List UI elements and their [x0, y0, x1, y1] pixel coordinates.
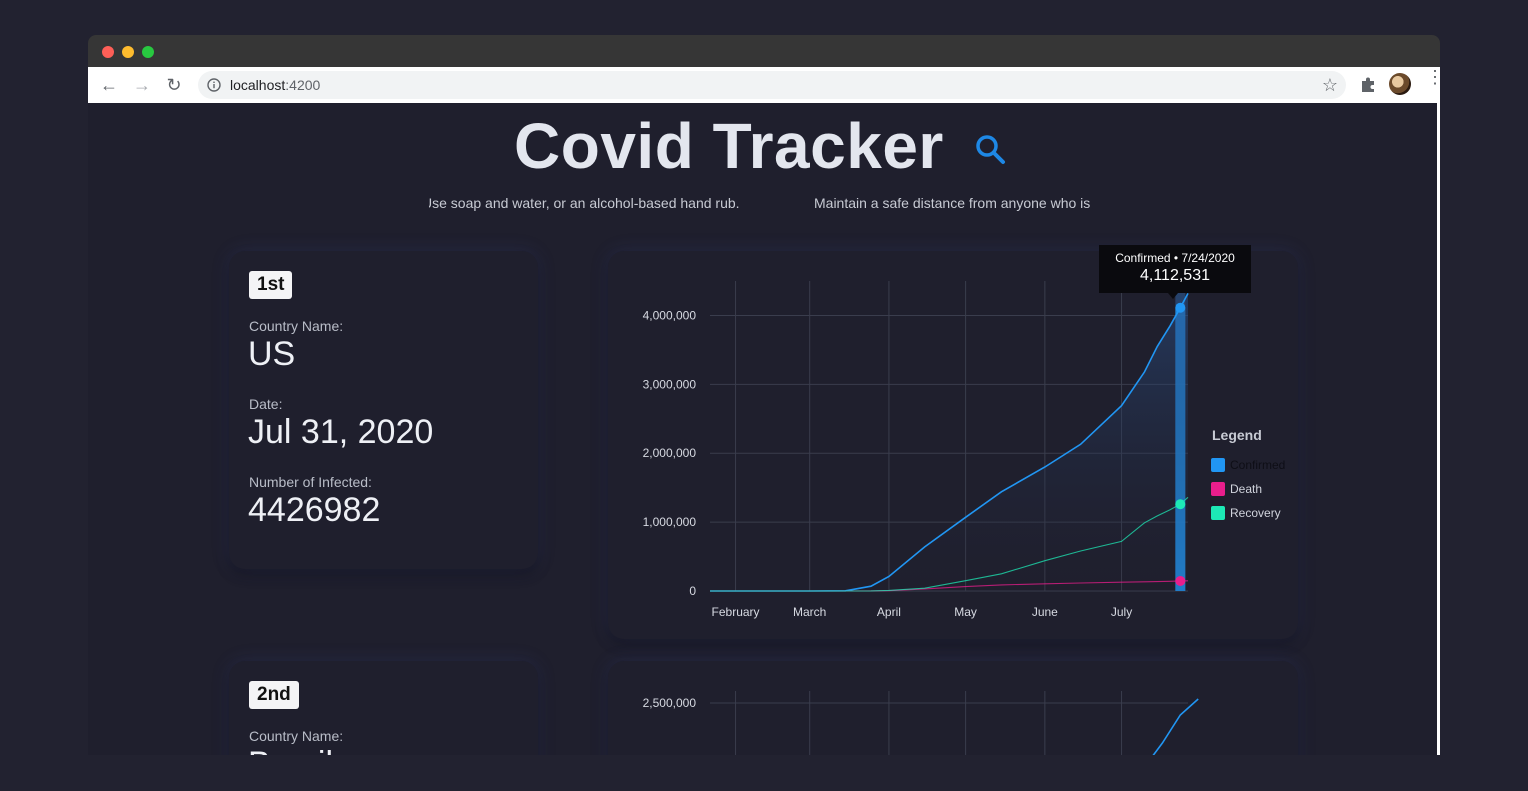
death-swatch — [1211, 482, 1225, 496]
browser-menu-icon[interactable]: ⋮ — [1426, 68, 1440, 97]
country-label: Country Name: — [249, 728, 344, 744]
forward-arrow-icon[interactable]: → — [131, 74, 153, 96]
highlight-point-confirmed — [1175, 302, 1186, 313]
highlight-point-death — [1175, 575, 1186, 586]
profile-avatar[interactable] — [1389, 73, 1411, 95]
address-bar[interactable]: localhost:4200 ☆ — [198, 71, 1346, 99]
page-content: Covid Tracker Use soap and water, or an … — [88, 103, 1437, 755]
country-label: Country Name: — [249, 318, 344, 334]
chart-tooltip: Confirmed • 7/24/2020 4,112,531 — [1099, 245, 1251, 293]
rank-badge: 1st — [249, 271, 293, 299]
covid-chart: 0 1,000,000 2,000,000 3,000,000 4,000,000 Feb… — [643, 281, 1189, 619]
highlight-point-recovery — [1175, 499, 1186, 510]
bookmark-star-icon[interactable]: ☆ — [1322, 71, 1338, 99]
infected-label: Number of Infected: — [249, 474, 372, 490]
country-card: 1st Country Name: US Date: Jul 31, 2020 … — [229, 251, 538, 569]
browser-window: ← → ↻ localhost:4200 ☆ ⋮ Covid Tracker U… — [88, 35, 1440, 755]
x-tick-label: February — [712, 605, 760, 619]
x-tick-label: July — [1111, 605, 1132, 619]
maximize-window-button[interactable] — [142, 46, 154, 58]
y-tick-label: 4,000,000 — [643, 308, 697, 322]
tips-ticker: Use soap and water, or an alcohol-based … — [429, 103, 1099, 233]
tip-text: Maintain a safe distance from anyone who… — [814, 195, 1091, 211]
title-bar — [88, 35, 1440, 67]
confirmed-area — [710, 293, 1188, 591]
legend-title: Legend — [1212, 427, 1262, 443]
reload-icon[interactable]: ↻ — [163, 74, 185, 96]
x-tick-label: April — [877, 605, 901, 619]
infected-value: 4426982 — [248, 491, 381, 529]
country-value: US — [248, 335, 296, 373]
url-text: localhost:4200 — [230, 77, 321, 93]
y-tick-label: 3,000,000 — [643, 377, 697, 391]
browser-toolbar: ← → ↻ localhost:4200 ☆ ⋮ — [88, 67, 1440, 103]
country-value: Brazil — [248, 745, 333, 755]
close-window-button[interactable] — [102, 46, 114, 58]
y-tick-label: 0 — [689, 584, 696, 598]
x-tick-label: May — [954, 605, 977, 619]
recovery-swatch — [1211, 506, 1225, 520]
page-edge — [1437, 103, 1440, 755]
info-icon[interactable] — [207, 78, 221, 92]
x-tick-label: June — [1032, 605, 1058, 619]
minimize-window-button[interactable] — [122, 46, 134, 58]
legend-label: Confirmed — [1230, 458, 1286, 472]
y-tick-label: 1,000,000 — [643, 515, 697, 529]
rank-badge: 2nd — [249, 681, 299, 709]
back-arrow-icon[interactable]: ← — [98, 74, 120, 96]
y-tick-label: 2,500,000 — [643, 696, 697, 710]
y-tick-label: 2,000,000 — [643, 446, 697, 460]
series-line-confirmed — [1152, 698, 1199, 755]
tip-text: Use soap and water, or an alcohol-based … — [429, 195, 740, 211]
date-label: Date: — [249, 396, 283, 412]
country-card: 2nd Country Name: Brazil — [229, 661, 538, 755]
covid-chart: 2,500,000 — [643, 691, 1199, 755]
tooltip-value: 4,112,531 — [1140, 267, 1210, 284]
confirmed-swatch — [1211, 458, 1225, 472]
x-tick-label: March — [793, 605, 826, 619]
tooltip-title: Confirmed • 7/24/2020 — [1115, 251, 1235, 265]
legend-label: Death — [1230, 482, 1263, 496]
legend-label: Recovery — [1230, 506, 1281, 520]
extensions-puzzle-icon[interactable] — [1359, 76, 1377, 94]
tooltip-arrow — [1168, 293, 1178, 299]
date-value: Jul 31, 2020 — [248, 413, 434, 451]
